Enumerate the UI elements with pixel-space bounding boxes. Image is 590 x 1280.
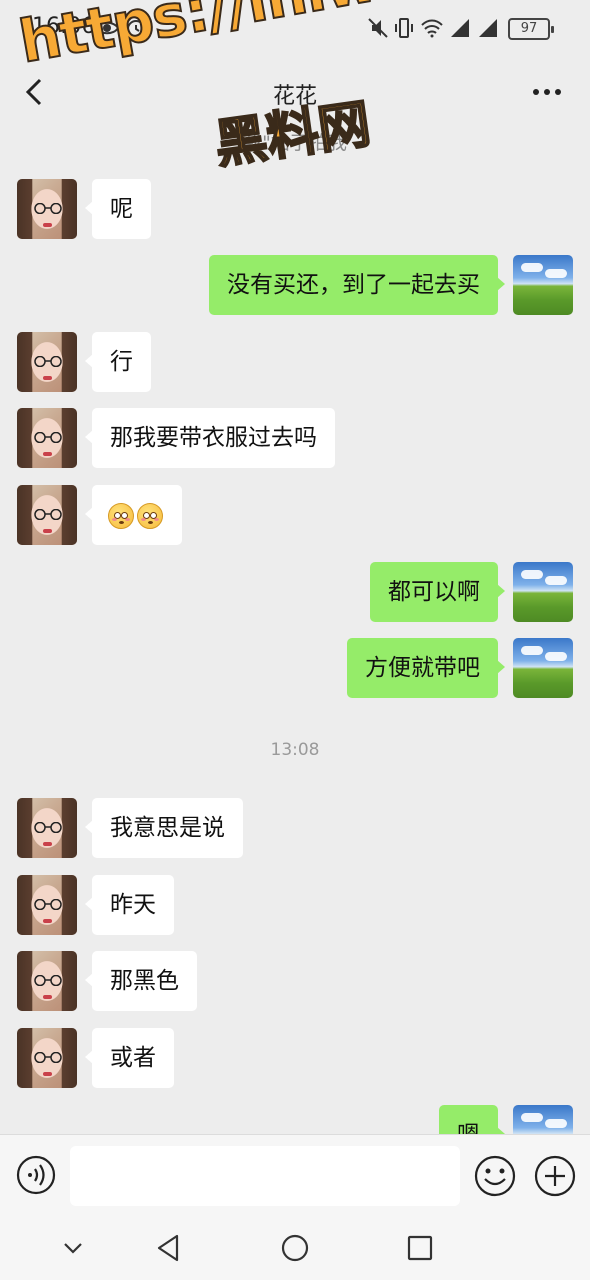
system-nav-bar xyxy=(0,1216,590,1280)
message-bubble[interactable]: 没有买还，到了一起去买 xyxy=(209,255,505,315)
message-bubble[interactable]: 都可以啊 xyxy=(370,562,505,622)
contact-avatar[interactable] xyxy=(17,951,77,1011)
mute-icon xyxy=(368,18,388,38)
message-bubble[interactable] xyxy=(85,485,182,545)
input-bar xyxy=(0,1134,590,1216)
more-horizontal-icon[interactable] xyxy=(532,80,562,104)
message-bubble[interactable]: 行 xyxy=(85,332,151,392)
chat-header: 花花 xyxy=(0,58,590,128)
chat-title[interactable]: 花花 xyxy=(0,78,590,110)
message-input[interactable] xyxy=(70,1146,460,1206)
time-divider: 13:08 xyxy=(270,740,320,760)
contact-avatar[interactable] xyxy=(17,408,77,468)
battery-indicator: 97 xyxy=(508,18,554,40)
flushed-face-icon xyxy=(108,502,134,529)
recents-square-icon[interactable] xyxy=(402,1230,438,1266)
contact-avatar[interactable] xyxy=(17,179,77,239)
back-triangle-icon[interactable] xyxy=(151,1230,187,1266)
message-row: 行 xyxy=(0,332,590,392)
message-bubble[interactable]: 或者 xyxy=(85,1028,174,1088)
chevron-down-icon[interactable] xyxy=(55,1230,91,1266)
message-row: 昨天 xyxy=(0,875,590,935)
status-bar: 16:06 97 xyxy=(0,0,590,58)
message-row: 我意思是说 xyxy=(0,798,590,858)
message-row: 方便就带吧 xyxy=(0,638,590,698)
message-bubble[interactable]: 我意思是说 xyxy=(85,798,243,858)
message-row: 没有买还，到了一起去买 xyxy=(0,255,590,315)
message-bubble[interactable]: 方便就带吧 xyxy=(347,638,505,698)
my-avatar[interactable] xyxy=(513,638,573,698)
home-circle-icon[interactable] xyxy=(277,1230,313,1266)
pat-notice: 我"拍了拍我 xyxy=(243,132,347,154)
message-row: 都可以啊 xyxy=(0,562,590,622)
message-row: 或者 xyxy=(0,1028,590,1088)
message-row: 呢 xyxy=(0,179,590,239)
my-avatar[interactable] xyxy=(513,255,573,315)
message-row xyxy=(0,485,590,545)
signal-2-icon xyxy=(479,19,497,37)
eye-icon xyxy=(95,21,119,35)
plus-icon[interactable] xyxy=(534,1155,576,1197)
message-bubble[interactable]: 那黑色 xyxy=(85,951,197,1011)
vibrate-icon xyxy=(395,18,413,38)
message-bubble[interactable]: 那我要带衣服过去吗 xyxy=(85,408,335,468)
emoji-icon[interactable] xyxy=(474,1155,516,1197)
message-bubble[interactable]: 呢 xyxy=(85,179,151,239)
flushed-face-icon xyxy=(137,502,163,529)
alarm-icon xyxy=(126,17,146,38)
contact-avatar[interactable] xyxy=(17,798,77,858)
voice-icon[interactable] xyxy=(16,1155,56,1195)
message-bubble[interactable]: 昨天 xyxy=(85,875,174,935)
contact-avatar[interactable] xyxy=(17,875,77,935)
contact-avatar[interactable] xyxy=(17,485,77,545)
signal-icon xyxy=(451,19,469,37)
status-time: 16:06 xyxy=(32,14,96,39)
contact-avatar[interactable] xyxy=(17,332,77,392)
message-row: 那黑色 xyxy=(0,951,590,1011)
my-avatar[interactable] xyxy=(513,562,573,622)
wifi-icon xyxy=(421,19,443,38)
contact-avatar[interactable] xyxy=(17,1028,77,1088)
message-row: 那我要带衣服过去吗 xyxy=(0,408,590,468)
